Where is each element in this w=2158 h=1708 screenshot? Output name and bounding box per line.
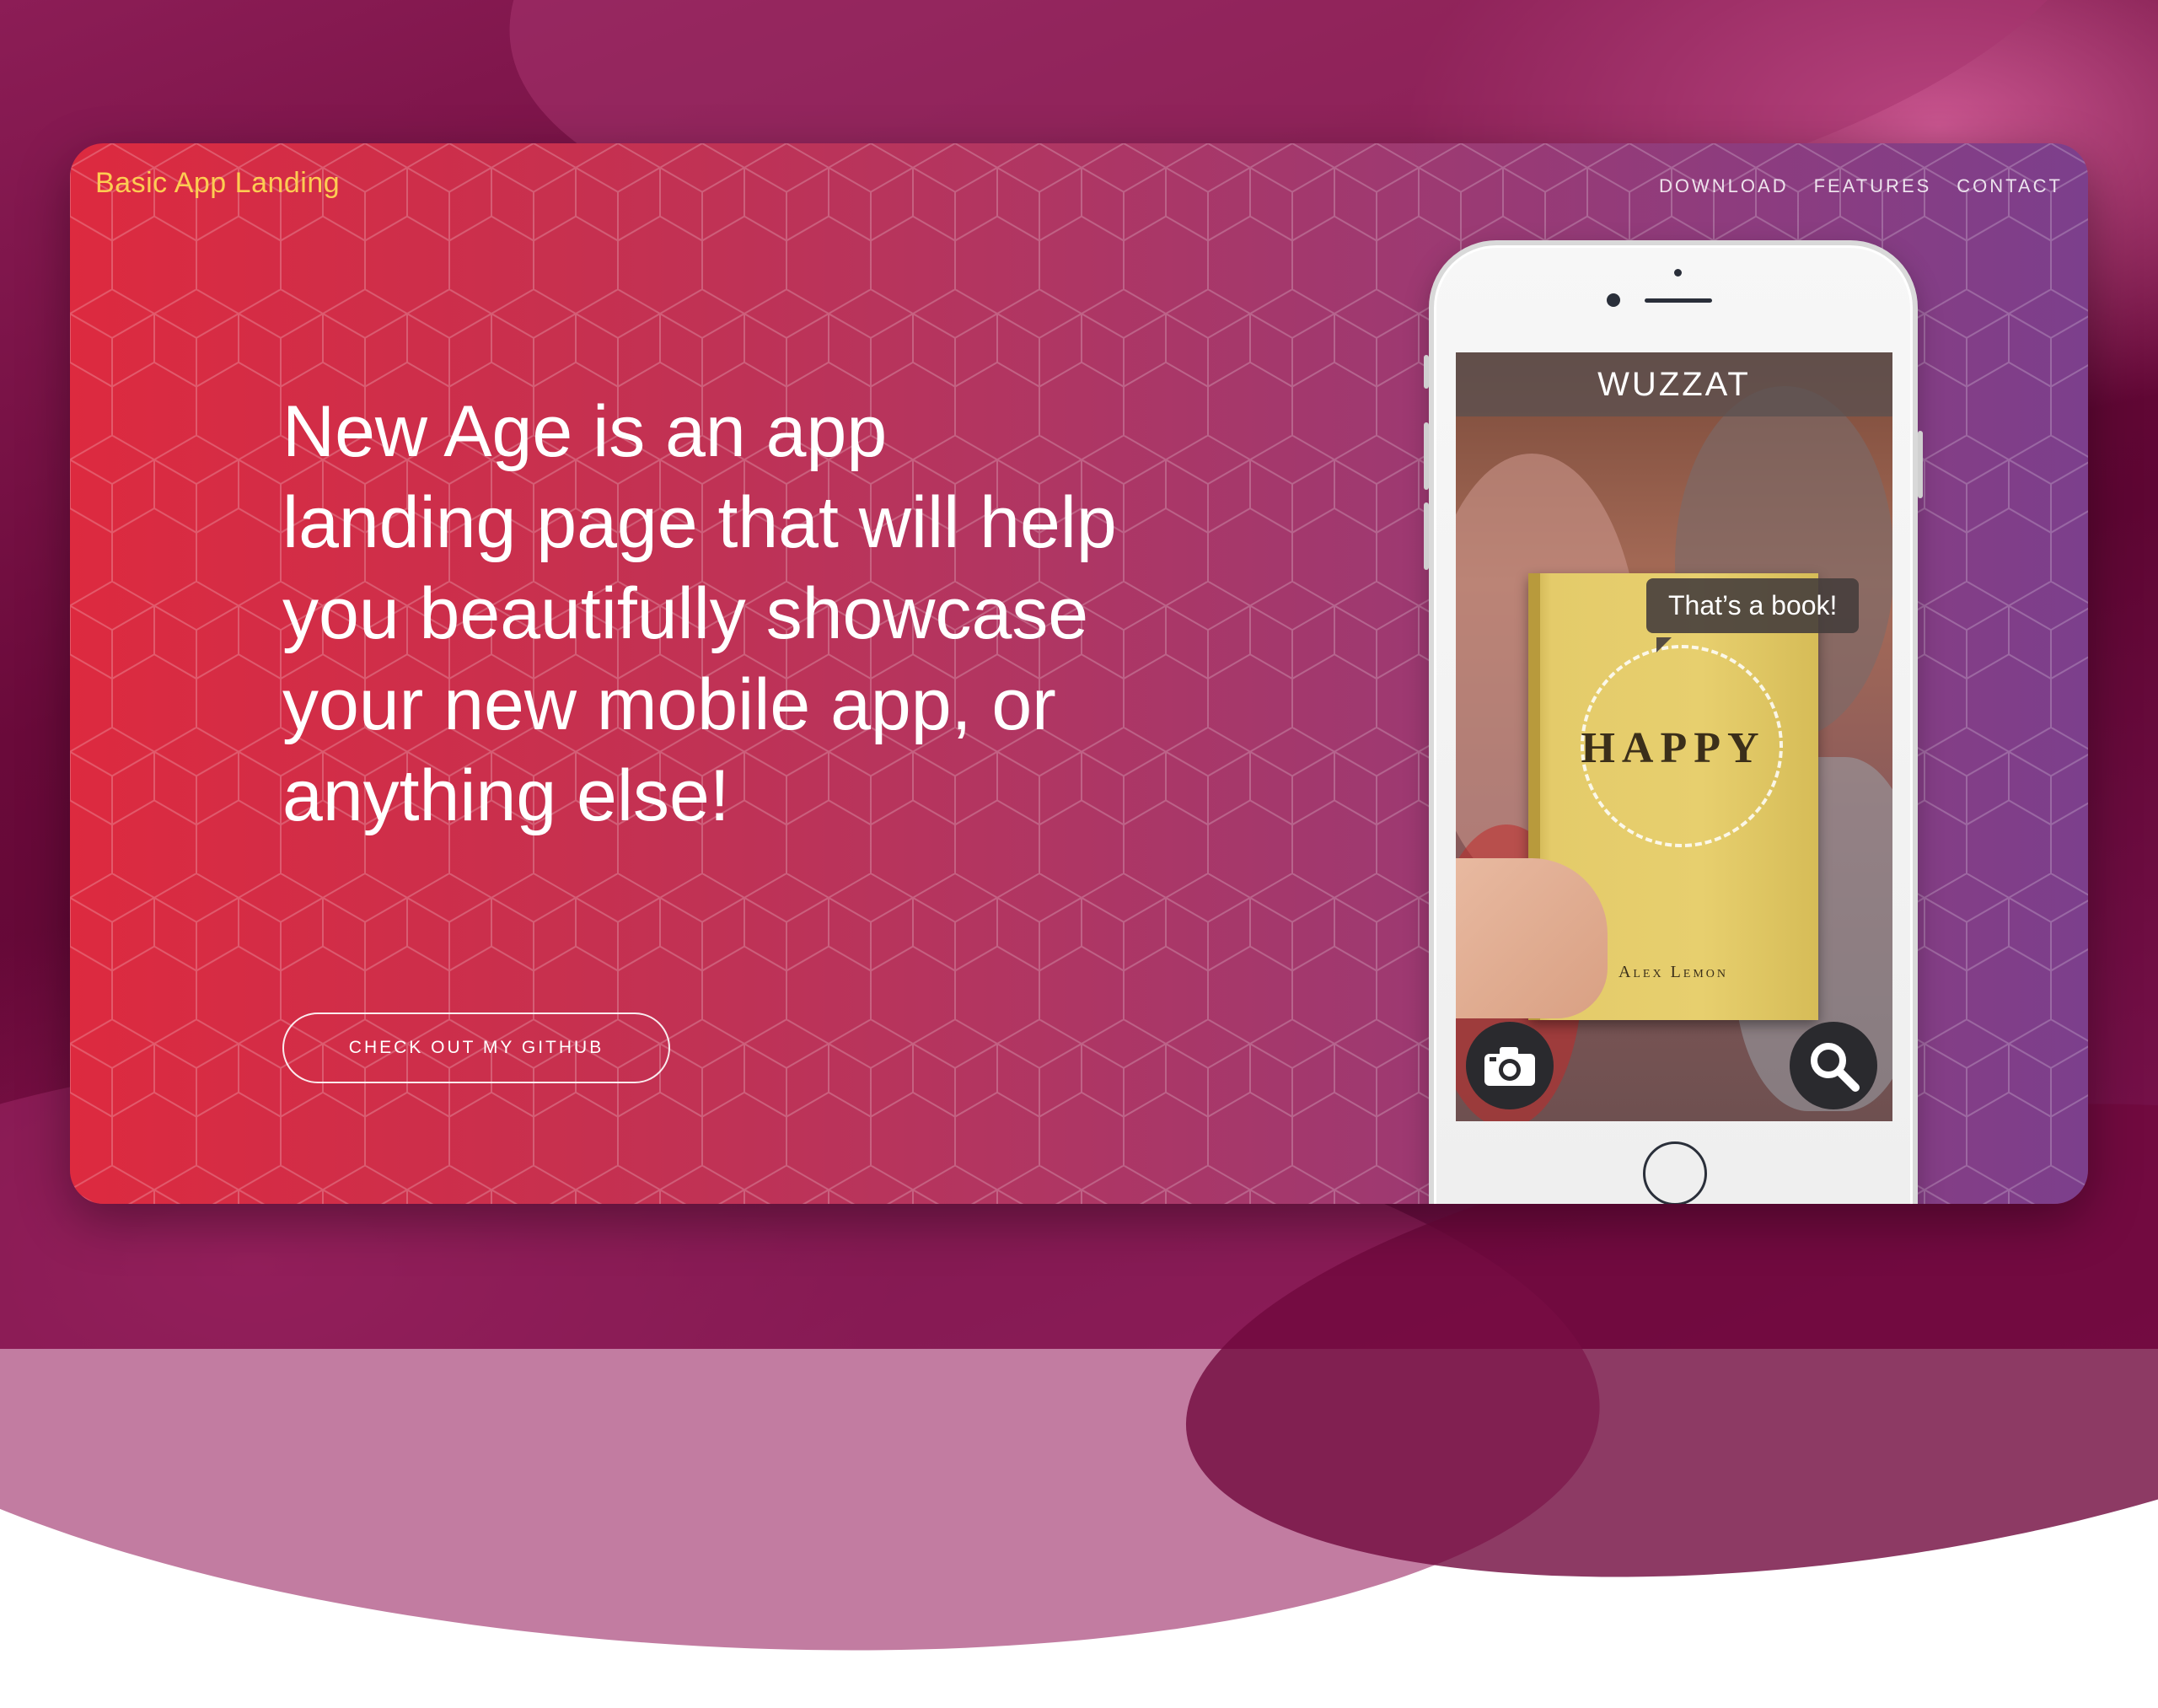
phone-side-button (1424, 422, 1429, 490)
nav-link-download[interactable]: DOWNLOAD (1659, 175, 1789, 197)
site-brand-link[interactable]: Basic App Landing (95, 167, 340, 200)
github-cta-button[interactable]: CHECK OUT MY GITHUB (282, 1012, 670, 1083)
phone-screen: WUZZAT HAPPY Alex Lemon That’s a book! (1456, 352, 1892, 1121)
phone-side-button (1424, 502, 1429, 570)
phone-side-button (1424, 355, 1429, 389)
phone-home-button (1643, 1141, 1707, 1204)
phone-mockup: WUZZAT HAPPY Alex Lemon That’s a book! (1424, 240, 1923, 1204)
camera-icon (1484, 1047, 1535, 1086)
camera-button[interactable] (1466, 1022, 1554, 1109)
phone-side-button (1918, 431, 1923, 498)
hero-headline: New Age is an app landing page that will… (282, 391, 1117, 836)
search-icon (1811, 1043, 1860, 1092)
speech-bubble-tail (1656, 637, 1672, 653)
hand-holding-book (1456, 858, 1608, 1018)
browser-window: Basic App Landing DOWNLOAD FEATURES CONT… (70, 143, 2088, 1204)
phone-speaker (1645, 298, 1712, 303)
app-title-bar: WUZZAT (1456, 352, 1892, 416)
nav-link-contact[interactable]: CONTACT (1957, 175, 2063, 197)
phone-front-camera (1607, 293, 1620, 307)
search-button[interactable] (1790, 1022, 1877, 1109)
speech-bubble: That’s a book! (1646, 578, 1860, 633)
book-title: HAPPY (1581, 724, 1766, 772)
nav-link-features[interactable]: FEATURES (1814, 175, 1932, 197)
phone-sensor (1674, 269, 1682, 277)
top-nav: DOWNLOAD FEATURES CONTACT (1659, 175, 2063, 197)
